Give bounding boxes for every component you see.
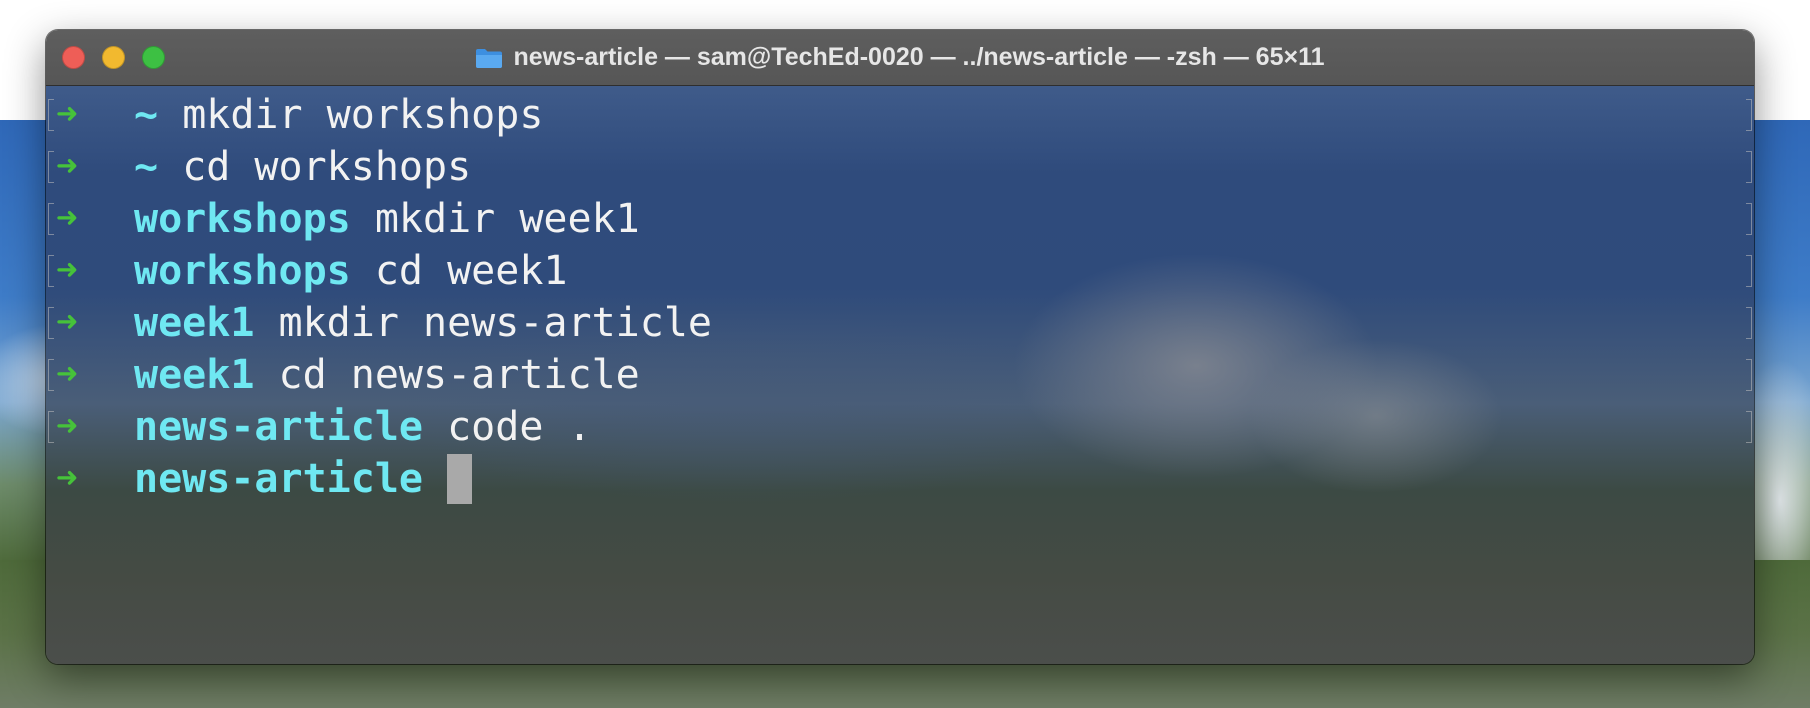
window-title-area: news-article — sam@TechEd-0020 — ../news… <box>46 30 1754 85</box>
line-mark-right <box>1746 411 1752 443</box>
command-text: mkdir news-article <box>278 300 712 346</box>
prompt-directory: news-article <box>134 404 423 450</box>
command-text: cd week1 <box>374 248 568 294</box>
prompt-directory: workshops <box>134 248 351 294</box>
desktop: news-article — sam@TechEd-0020 — ../news… <box>0 0 1810 708</box>
terminal-output[interactable]: ➜ ~ mkdir workshops ➜ ~ cd workshops ➜ w… <box>46 86 1754 664</box>
prompt-arrow-icon: ➜ <box>56 354 78 395</box>
line-mark-left <box>48 203 54 235</box>
prompt-directory: ~ <box>134 92 159 138</box>
line-mark-right <box>1746 203 1752 235</box>
terminal-window: news-article — sam@TechEd-0020 — ../news… <box>46 30 1754 664</box>
terminal-line-active[interactable]: ➜ news-article <box>46 453 1754 505</box>
terminal-line: ➜ week1 mkdir news-article <box>46 297 1754 349</box>
prompt-arrow-icon: ➜ <box>56 406 78 447</box>
line-mark-left <box>48 411 54 443</box>
command-text: cd news-article <box>278 352 640 398</box>
line-mark-right <box>1746 255 1752 287</box>
prompt-directory: workshops <box>134 196 351 242</box>
command-text: mkdir workshops <box>182 92 544 138</box>
prompt-directory: ~ <box>134 144 159 190</box>
terminal-line: ➜ ~ mkdir workshops <box>46 89 1754 141</box>
prompt-arrow-icon: ➜ <box>56 198 78 239</box>
folder-icon <box>475 47 503 69</box>
line-mark-left <box>48 99 54 131</box>
line-mark-left <box>48 255 54 287</box>
command-text: mkdir week1 <box>374 196 640 242</box>
line-mark-right <box>1746 99 1752 131</box>
terminal-line: ➜ workshops cd week1 <box>46 245 1754 297</box>
prompt-arrow-icon: ➜ <box>56 458 78 499</box>
line-mark-left <box>48 359 54 391</box>
title-bar[interactable]: news-article — sam@TechEd-0020 — ../news… <box>46 30 1754 86</box>
line-mark-right <box>1746 359 1752 391</box>
prompt-directory: week1 <box>134 300 255 346</box>
prompt-arrow-icon: ➜ <box>56 302 78 343</box>
terminal-line: ➜ news-article code . <box>46 401 1754 453</box>
terminal-line: ➜ week1 cd news-article <box>46 349 1754 401</box>
prompt-arrow-icon: ➜ <box>56 94 78 135</box>
command-text: code . <box>447 404 592 450</box>
prompt-arrow-icon: ➜ <box>56 146 78 187</box>
line-mark-left <box>48 307 54 339</box>
line-mark-right <box>1746 151 1752 183</box>
line-mark-left <box>48 151 54 183</box>
prompt-directory: week1 <box>134 352 255 398</box>
window-title: news-article — sam@TechEd-0020 — ../news… <box>513 43 1325 71</box>
terminal-line: ➜ workshops mkdir week1 <box>46 193 1754 245</box>
command-text: cd workshops <box>182 144 472 190</box>
prompt-directory: news-article <box>134 456 423 502</box>
line-mark-right <box>1746 307 1752 339</box>
prompt-arrow-icon: ➜ <box>56 250 78 291</box>
terminal-line: ➜ ~ cd workshops <box>46 141 1754 193</box>
text-cursor <box>447 454 473 504</box>
